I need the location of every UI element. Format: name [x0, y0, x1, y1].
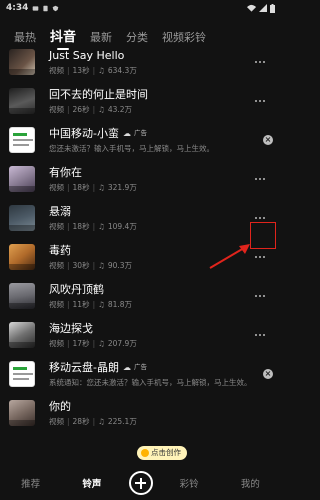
track-duration: 26秒 [72, 104, 90, 114]
track-kind: 视频 [49, 299, 64, 309]
highlight-annotation-box [250, 222, 276, 249]
list-item[interactable]: 有你在 视频 | 18秒 | ♫ 321.9万 [0, 159, 281, 198]
track-thumbnail [9, 204, 35, 231]
nav-mine[interactable]: 我的 [220, 476, 281, 490]
track-title: 回不去的何止是时间 [49, 87, 148, 101]
track-plays: 43.2万 [107, 104, 133, 114]
cloud-icon: ☁ [122, 128, 131, 138]
list-item[interactable]: 悬溺 视频 | 18秒 | ♫ 109.4万 [0, 198, 281, 237]
track-duration: 13秒 [72, 65, 90, 75]
track-plays: 81.8万 [107, 299, 133, 309]
track-title: 悬溺 [49, 204, 71, 218]
track-thumbnail [9, 48, 35, 75]
status-time: 4:34 [6, 3, 29, 13]
track-duration: 18秒 [72, 221, 90, 231]
list-item[interactable]: 海边探戈 视频 | 17秒 | ♫ 207.9万 [0, 315, 281, 354]
ad-title: 中国移动-小蛮 [49, 126, 119, 140]
ad-title: 移动云盘-晶朗 [49, 360, 119, 374]
track-duration: 17秒 [72, 338, 90, 348]
track-thumbnail [9, 282, 35, 309]
signal-icon [259, 4, 267, 12]
track-title: 风吹丹顶鹤 [49, 282, 104, 296]
list-item[interactable]: 回不去的何止是时间 视频 | 26秒 | ♫ 43.2万 [0, 81, 281, 120]
track-plays: 207.9万 [107, 338, 137, 348]
track-plays: 109.4万 [107, 221, 137, 231]
annotation-arrow-icon [209, 244, 250, 269]
list-item[interactable]: 你的 视频 | 28秒 | ♫ 225.1万 [0, 393, 281, 432]
track-duration: 28秒 [72, 416, 90, 426]
ad-item[interactable]: 中国移动-小蛮 ☁ 广告 您还未激活？输入手机号，马上解锁，马上生效。 × [0, 120, 281, 159]
plays-icon: ♫ [98, 182, 105, 192]
track-plays: 225.1万 [107, 416, 137, 426]
create-icon [141, 449, 149, 457]
close-ad-icon[interactable]: × [263, 134, 273, 145]
more-options-button[interactable] [251, 173, 269, 185]
ad-label: 广告 [133, 362, 147, 371]
ad-thumbnail [9, 126, 35, 153]
status-bar: 4:34 [0, 0, 281, 16]
track-kind: 视频 [49, 182, 64, 192]
create-prompt-bubble[interactable]: 点击创作 [137, 446, 187, 460]
ad-item[interactable]: 移动云盘-晶朗 ☁ 广告 系统通知：您还未激活？输入手机号，马上解锁，马上生效。… [0, 354, 281, 393]
list-item[interactable]: Just Say Hello 视频 | 13秒 | ♫ 634.3万 [0, 42, 281, 81]
track-title: 海边探戈 [49, 321, 93, 335]
track-title: 你的 [49, 399, 71, 413]
track-plays: 634.3万 [107, 65, 137, 75]
track-kind: 视频 [49, 221, 64, 231]
plays-icon: ♫ [98, 104, 105, 114]
track-thumbnail [9, 87, 35, 114]
create-prompt-label: 点击创作 [151, 448, 181, 457]
plays-icon: ♫ [98, 299, 105, 309]
ad-thumbnail [9, 360, 35, 387]
shield-icon [53, 5, 59, 11]
bottom-nav: 推荐 铃声 彩铃 我的 [0, 466, 281, 500]
list-item[interactable]: 风吹丹顶鹤 视频 | 11秒 | ♫ 81.8万 [0, 276, 281, 315]
sim-icon [43, 5, 48, 11]
track-thumbnail [9, 243, 35, 270]
more-options-button[interactable] [251, 251, 269, 263]
track-kind: 视频 [49, 260, 64, 270]
track-duration: 18秒 [72, 182, 90, 192]
track-kind: 视频 [49, 338, 64, 348]
wifi-icon [247, 4, 256, 12]
track-plays: 90.3万 [107, 260, 133, 270]
plays-icon: ♫ [98, 65, 105, 75]
plays-icon: ♫ [98, 338, 105, 348]
plays-icon: ♫ [98, 260, 105, 270]
ad-description: 系统通知：您还未激活？输入手机号，马上解锁，马上生效。 [49, 377, 252, 387]
track-duration: 30秒 [72, 260, 90, 270]
more-options-button[interactable] [251, 95, 269, 107]
track-plays: 321.9万 [107, 182, 137, 192]
track-kind: 视频 [49, 416, 64, 426]
plays-icon: ♫ [98, 416, 105, 426]
plays-icon: ♫ [98, 221, 105, 231]
track-duration: 11秒 [72, 299, 90, 309]
nav-recommend[interactable]: 推荐 [0, 476, 61, 490]
track-kind: 视频 [49, 104, 64, 114]
track-title: 有你在 [49, 165, 82, 179]
battery-icon [270, 3, 275, 13]
cloud-icon: ☁ [122, 362, 131, 372]
notification-icon [33, 5, 39, 11]
track-thumbnail [9, 399, 35, 426]
add-plus-icon[interactable] [128, 471, 153, 495]
track-thumbnail [9, 321, 35, 348]
nav-color-ringtone[interactable]: 彩铃 [159, 476, 220, 490]
more-options-button[interactable] [251, 329, 269, 341]
track-title: Just Say Hello [49, 48, 125, 62]
ad-description: 您还未激活？输入手机号，马上解锁，马上生效。 [49, 143, 214, 153]
nav-ringtones[interactable]: 铃声 [61, 476, 122, 490]
track-thumbnail [9, 165, 35, 192]
ringtone-list: Just Say Hello 视频 | 13秒 | ♫ 634.3万 回不去的何止是时… [0, 42, 281, 432]
more-options-button[interactable] [251, 56, 269, 68]
ad-label: 广告 [133, 128, 147, 137]
track-title: 毒药 [49, 243, 71, 257]
track-kind: 视频 [49, 65, 64, 75]
status-right-icons [247, 3, 275, 13]
more-options-button[interactable] [251, 290, 269, 302]
close-ad-icon[interactable]: × [263, 368, 273, 379]
